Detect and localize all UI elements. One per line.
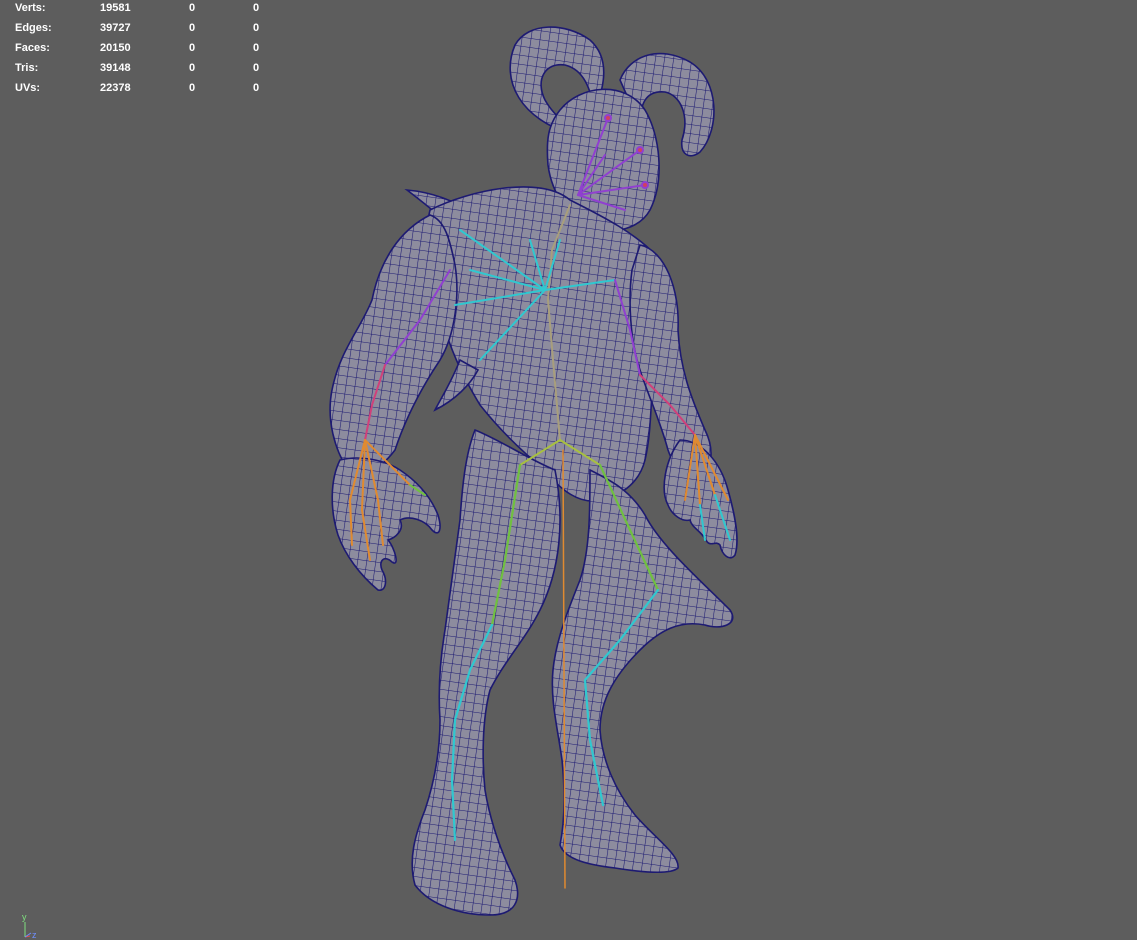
left-hand[interactable] xyxy=(331,457,441,591)
hud-selected: 0 xyxy=(189,82,196,94)
hud-row-faces: Faces: 20150 0 0 xyxy=(15,41,275,61)
hud-extra: 0 xyxy=(253,62,260,74)
hud-selected: 0 xyxy=(189,62,196,74)
hud-extra: 0 xyxy=(253,2,260,14)
hud-selected: 0 xyxy=(189,2,196,14)
hud-label: UVs: xyxy=(15,82,41,94)
hud-extra: 0 xyxy=(253,42,260,54)
hud-row-uvs: UVs: 22378 0 0 xyxy=(15,81,275,101)
hud-row-edges: Edges: 39727 0 0 xyxy=(15,21,275,41)
3d-viewport[interactable] xyxy=(0,0,1137,939)
hud-label: Faces: xyxy=(15,42,50,54)
hud-total: 20150 xyxy=(100,42,131,54)
left-arm[interactable] xyxy=(329,214,458,475)
left-leg[interactable] xyxy=(411,428,561,916)
hud-selected: 0 xyxy=(189,22,196,34)
hud-extra: 0 xyxy=(253,22,260,34)
creature-mesh-icon[interactable] xyxy=(329,26,738,916)
hud-row-tris: Tris: 39148 0 0 xyxy=(15,61,275,81)
hud-total: 39148 xyxy=(100,62,131,74)
hud-label: Verts: xyxy=(15,2,46,14)
hud-selected: 0 xyxy=(189,42,196,54)
poly-count-hud: Verts: 19581 0 0 Edges: 39727 0 0 Faces:… xyxy=(15,1,275,101)
axis-gizmo-icon: y z xyxy=(18,912,48,940)
torso[interactable] xyxy=(426,186,669,502)
hud-total: 22378 xyxy=(100,82,131,94)
hud-extra: 0 xyxy=(253,82,260,94)
hud-label: Edges: xyxy=(15,22,52,34)
hud-label: Tris: xyxy=(15,62,39,74)
axis-y-label: y xyxy=(22,912,27,922)
hud-total: 19581 xyxy=(100,2,131,14)
hud-total: 39727 xyxy=(100,22,131,34)
hud-row-verts: Verts: 19581 0 0 xyxy=(15,1,275,21)
right-hand[interactable] xyxy=(663,439,738,559)
